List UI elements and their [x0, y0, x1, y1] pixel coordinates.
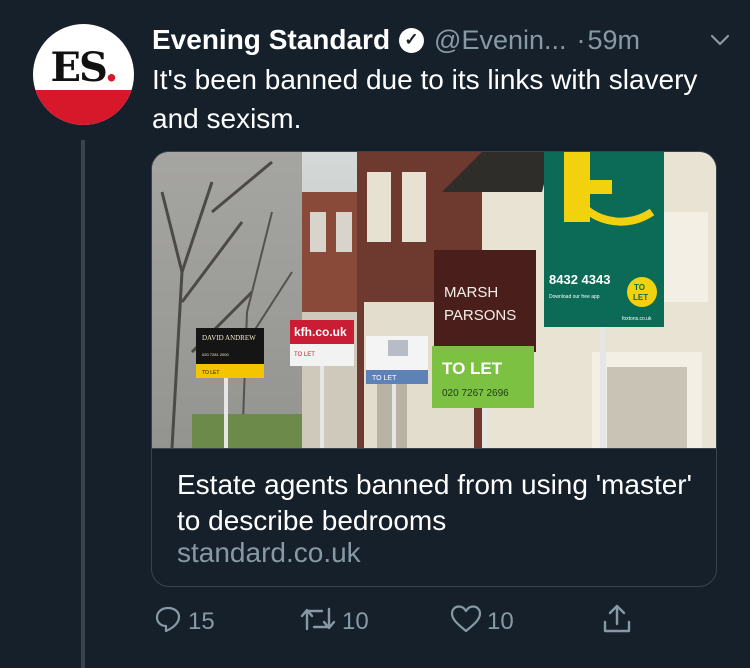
svg-text:020 7281 2000: 020 7281 2000	[202, 352, 229, 357]
svg-text:TO LET: TO LET	[372, 375, 397, 382]
avatar-logo-dot: .	[104, 44, 119, 91]
share-icon	[600, 602, 634, 643]
card-domain: standard.co.uk	[177, 537, 361, 568]
svg-text:LET: LET	[633, 293, 648, 302]
avatar[interactable]: ES.	[33, 24, 134, 125]
svg-text:TO: TO	[634, 283, 645, 292]
svg-text:TO LET: TO LET	[442, 359, 503, 378]
sign-david-andrew: DAVID ANDREW 020 7281 2000 TO LET	[196, 328, 264, 378]
like-button[interactable]: 10	[449, 600, 514, 644]
svg-text:TO LET: TO LET	[294, 352, 315, 358]
svg-text:MARSH: MARSH	[444, 284, 498, 301]
svg-text:kfh.co.uk: kfh.co.uk	[294, 325, 347, 339]
tweet-text: It's been banned due to its links with s…	[152, 64, 698, 134]
like-count: 10	[487, 608, 514, 635]
share-button[interactable]	[600, 600, 634, 644]
retweet-count: 10	[342, 608, 369, 635]
chevron-down-icon[interactable]	[708, 28, 732, 52]
retweet-button[interactable]: 10	[298, 600, 369, 644]
reply-button[interactable]: 15	[152, 600, 215, 644]
sign-small-blue: TO LET	[366, 336, 428, 384]
sign-kfh: kfh.co.uk TO LET	[290, 320, 354, 366]
svg-text:Download our free app: Download our free app	[549, 294, 600, 300]
card-image: DAVID ANDREW 020 7281 2000 TO LET kfh.co…	[152, 152, 716, 448]
avatar-logo-text: ES	[50, 44, 107, 91]
svg-text:PARSONS: PARSONS	[444, 307, 516, 324]
avatar-logo: ES.	[33, 44, 134, 91]
tweet-actions: 15 10 10	[152, 600, 712, 644]
card-meta: Estate agents banned from using 'master'…	[152, 448, 716, 586]
separator: ·	[576, 24, 586, 55]
svg-text:DAVID ANDREW: DAVID ANDREW	[202, 334, 256, 342]
svg-text:020 7267 2696: 020 7267 2696	[442, 388, 509, 399]
tweet-header: Evening Standard ✓ @Evenin... · 59m	[152, 22, 732, 58]
avatar-red-band	[33, 90, 134, 125]
sign-foxtons: 8432 4343 Download our free app TO LET f…	[544, 152, 664, 327]
svg-text:foxtons.co.uk: foxtons.co.uk	[622, 316, 652, 322]
timestamp[interactable]: 59m	[588, 25, 641, 56]
like-icon	[449, 603, 483, 642]
thread-line	[81, 140, 85, 668]
reply-icon	[152, 603, 184, 642]
card-title[interactable]: Estate agents banned from using 'master'…	[177, 467, 697, 539]
handle[interactable]: @Evenin...	[434, 25, 566, 56]
link-card[interactable]: DAVID ANDREW 020 7281 2000 TO LET kfh.co…	[151, 151, 717, 587]
display-name[interactable]: Evening Standard	[152, 24, 390, 56]
retweet-icon	[298, 603, 338, 642]
sign-marsh-parsons: MARSH PARSONS TO LET 020 7267 2696	[432, 250, 536, 408]
svg-text:TO LET: TO LET	[202, 370, 219, 376]
reply-count: 15	[188, 608, 215, 635]
verified-badge-icon: ✓	[399, 27, 425, 53]
svg-text:8432 4343: 8432 4343	[549, 272, 610, 287]
